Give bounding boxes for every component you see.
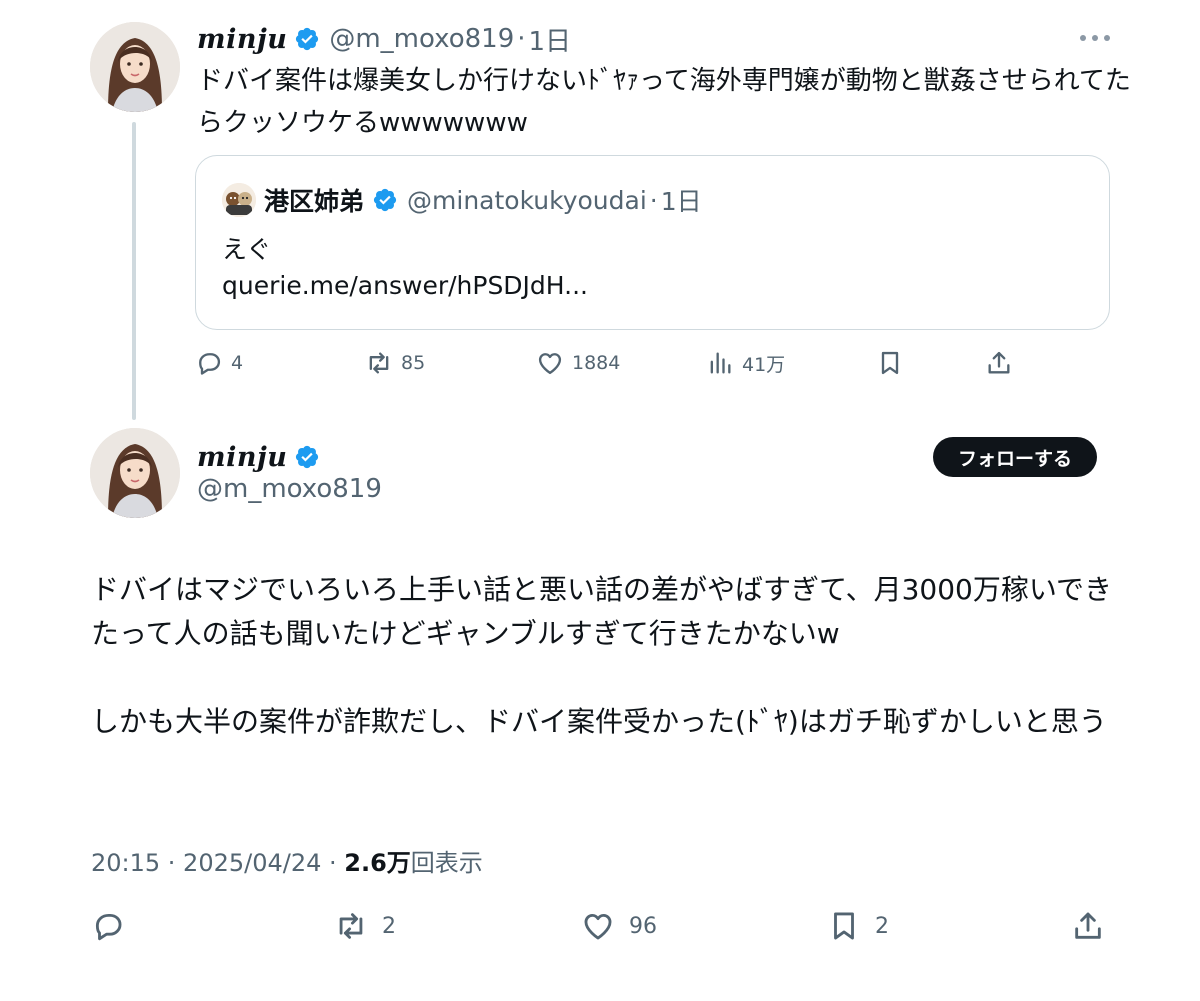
bookmark-icon — [827, 909, 861, 943]
more-dots-icon[interactable] — [1080, 28, 1110, 48]
parent-display-name[interactable]: minju — [197, 24, 287, 55]
reply-icon — [195, 349, 223, 377]
repost-button[interactable]: 85 — [365, 345, 425, 381]
views-label: 回表示 — [410, 849, 483, 877]
main-tweet-paragraph-2: しかも大半の案件が詐欺だし、ドバイ案件受かった(ﾄﾞﾔ)はガチ恥ずかしいと思う — [91, 705, 1107, 738]
tweet-meta: 20:15 · 2025/04/24 · 2.6万回表示 — [91, 843, 483, 878]
separator-dot: · — [517, 24, 526, 54]
parent-avatar[interactable] — [90, 22, 180, 112]
avatar-illustration — [90, 428, 180, 518]
reply-button[interactable]: 4 — [195, 345, 243, 381]
share-button[interactable] — [1071, 904, 1105, 948]
avatar-illustration — [90, 22, 180, 112]
main-tweet-text: ドバイはマジでいろいろ上手い話と悪い話の差がやばすぎて、月3000万稼いできたっ… — [91, 568, 1121, 744]
share-icon — [985, 349, 1013, 377]
reply-button[interactable] — [91, 904, 125, 948]
reply-icon — [91, 909, 125, 943]
quoted-tweet-card[interactable]: 港区姉弟 @minatokukyoudai · 1日 えぐ querie.me/… — [195, 155, 1110, 330]
quoted-link[interactable]: querie.me/answer/hPSDJdH... — [222, 271, 588, 300]
parent-action-bar: 4 85 1884 41万 — [195, 345, 1025, 381]
quoted-tweet-header: 港区姉弟 @minatokukyoudai · 1日 — [222, 182, 702, 218]
quoted-handle: @minatokukyoudai — [407, 185, 647, 215]
repost-button[interactable]: 2 — [334, 904, 396, 948]
parent-tweet-header: minju @m_moxo819 · 1日 — [197, 21, 572, 58]
repost-icon — [334, 909, 368, 943]
like-count: 96 — [629, 913, 657, 939]
tweet-timestamp[interactable]: 20:15 · 2025/04/24 · — [91, 849, 344, 877]
like-count: 1884 — [572, 352, 621, 374]
quoted-avatar — [222, 183, 256, 217]
views-button[interactable]: 41万 — [706, 345, 785, 381]
main-handle[interactable]: @m_moxo819 — [197, 474, 382, 504]
verified-badge-icon — [372, 187, 398, 213]
main-tweet-name-row: minju — [197, 438, 320, 476]
repost-count: 2 — [382, 913, 396, 939]
quoted-text: えぐ — [222, 235, 272, 264]
parent-tweet-text: ドバイ案件は爆美女しか行けないﾄﾞﾔｧって海外専門嬢が動物と獣姦させられてたらク… — [197, 66, 1131, 138]
verified-badge-icon[interactable] — [294, 444, 320, 470]
parent-time[interactable]: 1日 — [529, 21, 572, 58]
reply-count: 4 — [231, 352, 244, 374]
main-action-bar: 2 96 2 — [91, 904, 1111, 948]
bookmark-count: 2 — [875, 913, 889, 939]
share-icon — [1071, 909, 1105, 943]
quoted-display-name: 港区姉弟 — [264, 187, 365, 216]
views-count: 2.6万 — [344, 849, 411, 877]
heart-icon — [581, 909, 615, 943]
main-display-name[interactable]: minju — [197, 442, 287, 473]
separator-dot: · — [649, 185, 658, 215]
repost-count: 85 — [401, 352, 426, 374]
bookmark-button[interactable]: 2 — [827, 904, 889, 948]
share-button[interactable] — [985, 345, 1013, 381]
thread-connector-line — [132, 122, 136, 420]
repost-icon — [365, 349, 393, 377]
like-button[interactable]: 96 — [581, 904, 657, 948]
verified-badge-icon[interactable] — [294, 26, 320, 52]
quoted-time: 1日 — [660, 187, 702, 216]
parent-handle[interactable]: @m_moxo819 — [329, 24, 514, 54]
heart-icon — [536, 349, 564, 377]
bookmark-button[interactable] — [876, 345, 904, 381]
like-button[interactable]: 1884 — [536, 345, 620, 381]
views-chart-icon — [706, 349, 734, 377]
main-tweet-paragraph-1: ドバイはマジでいろいろ上手い話と悪い話の差がやばすぎて、月3000万稼いできたっ… — [91, 573, 1113, 650]
main-avatar[interactable] — [90, 428, 180, 518]
bookmark-icon — [876, 349, 904, 377]
views-count: 41万 — [742, 353, 786, 376]
follow-button[interactable]: フォローする — [933, 437, 1097, 477]
